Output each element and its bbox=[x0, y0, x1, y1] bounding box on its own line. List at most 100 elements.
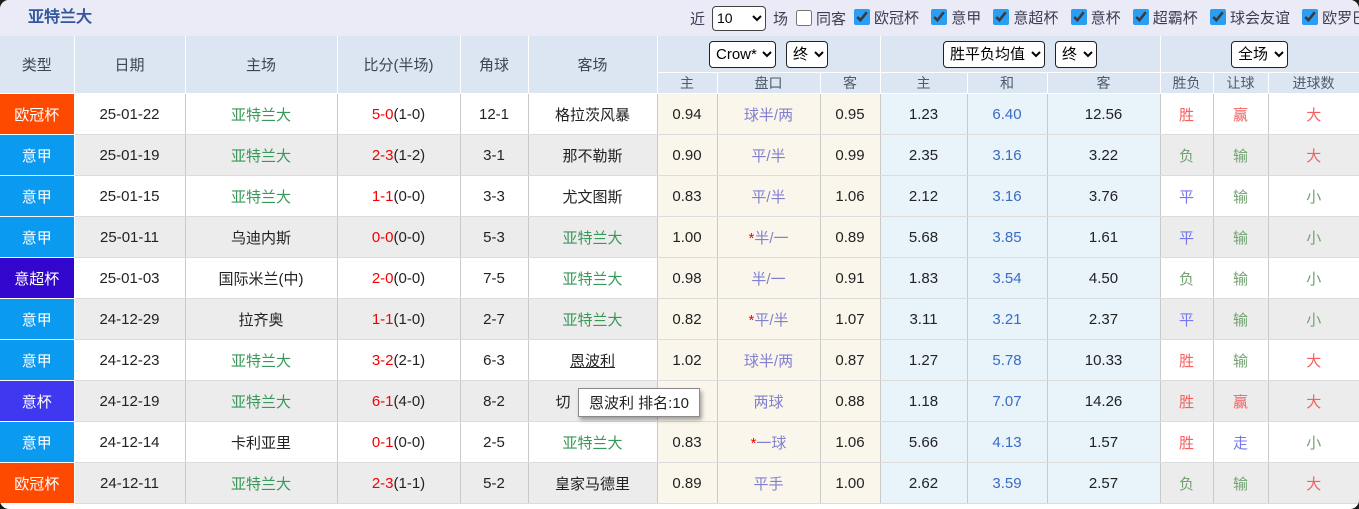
result-cell: 胜 bbox=[1160, 93, 1214, 135]
league-filter[interactable]: 超霸杯 bbox=[1127, 7, 1200, 28]
score-cell: 3-2(2-1) bbox=[337, 339, 461, 381]
score-cell: 2-3(1-1) bbox=[337, 462, 461, 504]
team-title: 亚特兰大 bbox=[28, 9, 93, 26]
goals-cell: 大 bbox=[1268, 134, 1359, 176]
date-cell: 24-12-29 bbox=[74, 298, 186, 340]
away-team-cell[interactable]: 格拉茨风暴 bbox=[528, 93, 658, 135]
scope-select[interactable]: 全场 bbox=[1231, 40, 1289, 68]
away-team-cell[interactable]: 尤文图斯 bbox=[528, 175, 658, 217]
home-team-cell[interactable]: 国际米兰(中) bbox=[185, 257, 338, 299]
score-main: 5-0 bbox=[371, 105, 394, 123]
league-filter-group: 欧冠杯 意甲 意超杯 意杯 超霸杯 球会友谊 欧罗巴杯 bbox=[848, 7, 1359, 30]
filter-topbar: 亚特兰大 近 10 场 同客 欧冠杯 意甲 意超杯 意杯 超霸杯 球会友谊 欧罗… bbox=[0, 0, 1359, 36]
ah-line-cell: 两球 bbox=[717, 380, 821, 422]
home-team-cell[interactable]: 亚特兰大 bbox=[185, 93, 338, 135]
away-team-cell[interactable]: 恩波利 bbox=[528, 339, 658, 381]
corners-cell: 6-3 bbox=[460, 339, 529, 381]
score-main: 1-1 bbox=[371, 187, 394, 205]
corners-cell: 3-1 bbox=[460, 134, 529, 176]
corners-cell: 5-2 bbox=[460, 462, 529, 504]
same-away-checkbox[interactable] bbox=[796, 10, 813, 26]
eu-draw-odds-cell: 5.78 bbox=[967, 339, 1048, 381]
match-row: 意甲 25-01-19 亚特兰大 2-3(1-2) 3-1 那不勒斯 0.90 … bbox=[0, 134, 1359, 176]
home-team-cell[interactable]: 亚特兰大 bbox=[185, 462, 338, 504]
away-team-cell[interactable]: 亚特兰大 bbox=[528, 216, 658, 258]
scope-header: 全场 bbox=[1160, 36, 1359, 73]
league-cell: 意甲 bbox=[0, 175, 75, 217]
handicap-result-cell: 输 bbox=[1213, 462, 1269, 504]
euro-odds-select[interactable]: 胜平负均值 bbox=[943, 40, 1046, 68]
league-filter[interactable]: 意杯 bbox=[1065, 7, 1123, 28]
goals-cell: 小 bbox=[1268, 175, 1359, 217]
match-row: 意甲 25-01-15 亚特兰大 1-1(0-0) 3-3 尤文图斯 0.83 … bbox=[0, 175, 1359, 217]
team-rank-tooltip: 恩波利 排名:10 bbox=[578, 388, 701, 417]
euro-odds-time-select[interactable]: 终 bbox=[1055, 40, 1098, 68]
league-filter[interactable]: 欧罗巴杯 bbox=[1296, 7, 1359, 28]
away-team-cell[interactable]: 皇家马德里 bbox=[528, 462, 658, 504]
corners-cell: 12-1 bbox=[460, 93, 529, 135]
corners-cell: 7-5 bbox=[460, 257, 529, 299]
ah-home-odds-cell: 0.89 bbox=[657, 462, 718, 504]
home-team-cell[interactable]: 卡利亚里 bbox=[185, 421, 338, 463]
home-team-cell[interactable]: 亚特兰大 bbox=[185, 134, 338, 176]
away-team-cell[interactable]: 亚特兰大 bbox=[528, 257, 658, 299]
goals-cell: 大 bbox=[1268, 380, 1359, 422]
away-team-cell[interactable]: 那不勒斯 bbox=[528, 134, 658, 176]
result-cell: 负 bbox=[1160, 257, 1214, 299]
league-checkbox[interactable] bbox=[1302, 9, 1319, 26]
league-filter[interactable]: 意甲 bbox=[925, 7, 983, 28]
home-team-cell[interactable]: 拉齐奥 bbox=[185, 298, 338, 340]
ah-line-cell: 平手 bbox=[717, 462, 821, 504]
recent-count-select[interactable]: 10 bbox=[712, 5, 767, 31]
away-team-cell[interactable]: 亚特兰大 bbox=[528, 421, 658, 463]
eu-home-odds-cell: 3.11 bbox=[880, 298, 968, 340]
league-filter[interactable]: 意超杯 bbox=[987, 7, 1060, 28]
ah-home-odds-cell: 0.90 bbox=[657, 134, 718, 176]
date-cell: 24-12-11 bbox=[74, 462, 186, 504]
col-header-home: 主场 bbox=[185, 36, 338, 94]
score-cell: 1-1(1-0) bbox=[337, 298, 461, 340]
filter-controls: 近 10 场 同客 欧冠杯 意甲 意超杯 意杯 超霸杯 球会友谊 欧罗巴杯 bbox=[688, 0, 1359, 36]
ah-line-text: 两球 bbox=[753, 393, 784, 411]
sub-header-handicap: 让球 bbox=[1213, 72, 1269, 94]
ah-line-text: 球半/两 bbox=[743, 106, 794, 124]
sub-header-eu-draw: 和 bbox=[967, 72, 1048, 94]
league-filter[interactable]: 球会友谊 bbox=[1204, 7, 1292, 28]
bookmaker-select[interactable]: Crow* bbox=[709, 40, 776, 68]
col-header-score: 比分(半场) bbox=[337, 36, 461, 94]
match-row: 意超杯 25-01-03 国际米兰(中) 2-0(0-0) 7-5 亚特兰大 0… bbox=[0, 257, 1359, 299]
eu-away-odds-cell: 2.57 bbox=[1047, 462, 1161, 504]
match-row: 意甲 24-12-14 卡利亚里 0-1(0-0) 2-5 亚特兰大 0.83 … bbox=[0, 421, 1359, 463]
eu-draw-odds-cell: 4.13 bbox=[967, 421, 1048, 463]
date-cell: 25-01-15 bbox=[74, 175, 186, 217]
league-checkbox[interactable] bbox=[854, 9, 871, 26]
league-checkbox[interactable] bbox=[1209, 9, 1226, 26]
league-checkbox[interactable] bbox=[1070, 9, 1087, 26]
league-checkbox[interactable] bbox=[1132, 9, 1149, 26]
ah-line-cell: 平/半 bbox=[717, 134, 821, 176]
ah-away-odds-cell: 1.06 bbox=[820, 421, 881, 463]
asian-odds-time-select[interactable]: 终 bbox=[786, 40, 828, 68]
ah-home-odds-cell: 1.02 bbox=[657, 339, 718, 381]
league-checkbox[interactable] bbox=[931, 9, 948, 26]
league-cell: 意甲 bbox=[0, 421, 75, 463]
league-filter[interactable]: 欧冠杯 bbox=[848, 7, 921, 28]
score-main: 2-3 bbox=[371, 146, 394, 164]
eu-home-odds-cell: 1.27 bbox=[880, 339, 968, 381]
ah-line-text: 平手 bbox=[753, 475, 784, 493]
ah-line-cell: 球半/两 bbox=[717, 339, 821, 381]
ah-home-odds-cell: 1.00 bbox=[657, 216, 718, 258]
ah-line-text: 一球 bbox=[756, 434, 787, 452]
league-label: 意杯 bbox=[1090, 9, 1121, 27]
home-team-cell[interactable]: 亚特兰大 bbox=[185, 175, 338, 217]
home-team-cell[interactable]: 亚特兰大 bbox=[185, 339, 338, 381]
league-checkbox[interactable] bbox=[993, 9, 1010, 26]
league-cell: 欧冠杯 bbox=[0, 462, 75, 504]
home-team-cell[interactable]: 亚特兰大 bbox=[185, 380, 338, 422]
match-row: 意甲 25-01-11 乌迪内斯 0-0(0-0) 5-3 亚特兰大 1.00 … bbox=[0, 216, 1359, 258]
away-team-cell[interactable]: 亚特兰大 bbox=[528, 298, 658, 340]
eu-away-odds-cell: 4.50 bbox=[1047, 257, 1161, 299]
home-team-cell[interactable]: 乌迪内斯 bbox=[185, 216, 338, 258]
goals-cell: 大 bbox=[1268, 339, 1359, 381]
eu-away-odds-cell: 10.33 bbox=[1047, 339, 1161, 381]
